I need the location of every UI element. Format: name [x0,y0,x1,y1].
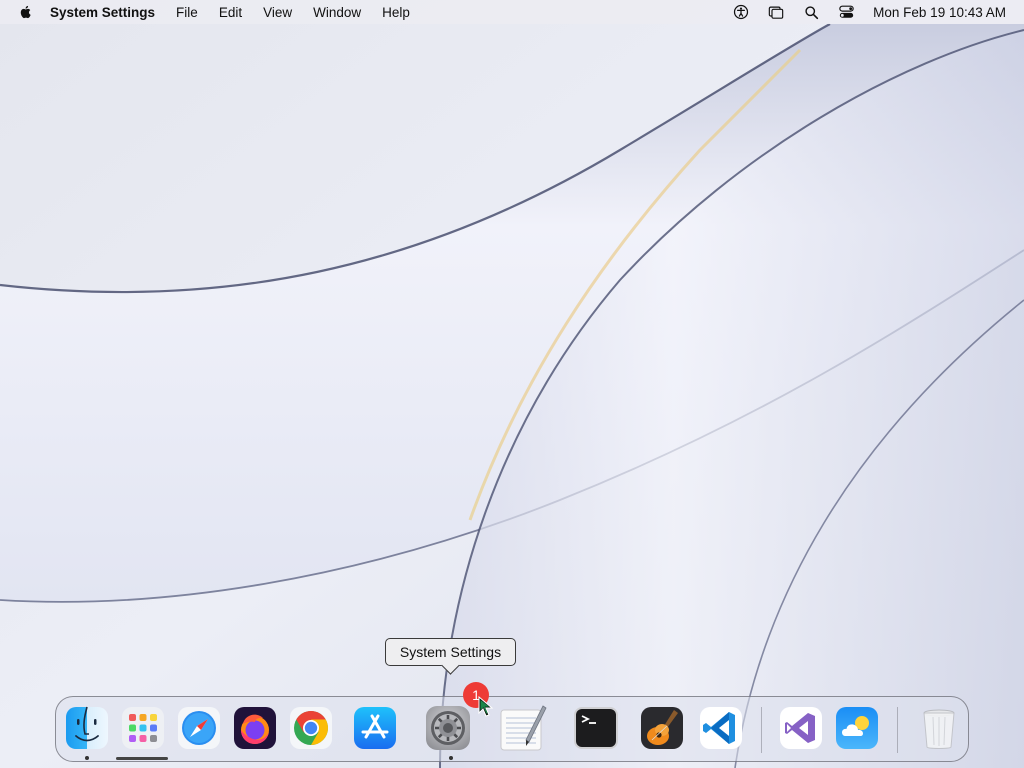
finder-icon[interactable] [63,704,111,752]
dock-separator [897,707,898,753]
stage-manager-icon[interactable] [767,3,785,21]
dock-scroll-indicator [116,757,168,760]
vscode-icon[interactable] [697,704,745,752]
menu-edit[interactable]: Edit [219,5,242,20]
garageband-icon[interactable] [638,704,686,752]
menu-bar: System Settings File Edit View Window He… [0,0,1024,24]
menu-view[interactable]: View [263,5,292,20]
dock [55,696,969,762]
spotlight-search-icon[interactable] [802,3,820,21]
finder-running-indicator [85,756,89,760]
app-store-icon[interactable] [351,704,399,752]
accessibility-icon[interactable] [732,3,750,21]
launchpad-icon[interactable] [119,704,167,752]
app-menu-system-settings[interactable]: System Settings [50,5,155,20]
system-settings-running-indicator [449,756,453,760]
menu-help[interactable]: Help [382,5,410,20]
control-center-icon[interactable] [837,3,855,21]
firefox-icon[interactable] [231,704,279,752]
safari-icon[interactable] [175,704,223,752]
system-settings-icon[interactable] [424,704,472,752]
menu-bar-clock[interactable]: Mon Feb 19 10:43 AM [873,5,1006,20]
dock-tooltip: System Settings [385,638,516,675]
visual-studio-icon[interactable] [777,704,825,752]
textedit-icon[interactable] [499,704,547,752]
apple-menu-icon[interactable] [16,2,36,22]
menu-window[interactable]: Window [313,5,361,20]
terminal-icon[interactable] [572,704,620,752]
menu-file[interactable]: File [176,5,198,20]
mouse-cursor-icon [478,696,494,717]
weather-icon[interactable] [833,704,881,752]
chrome-icon[interactable] [287,704,335,752]
trash-icon[interactable] [915,704,963,752]
dock-separator [761,707,762,753]
